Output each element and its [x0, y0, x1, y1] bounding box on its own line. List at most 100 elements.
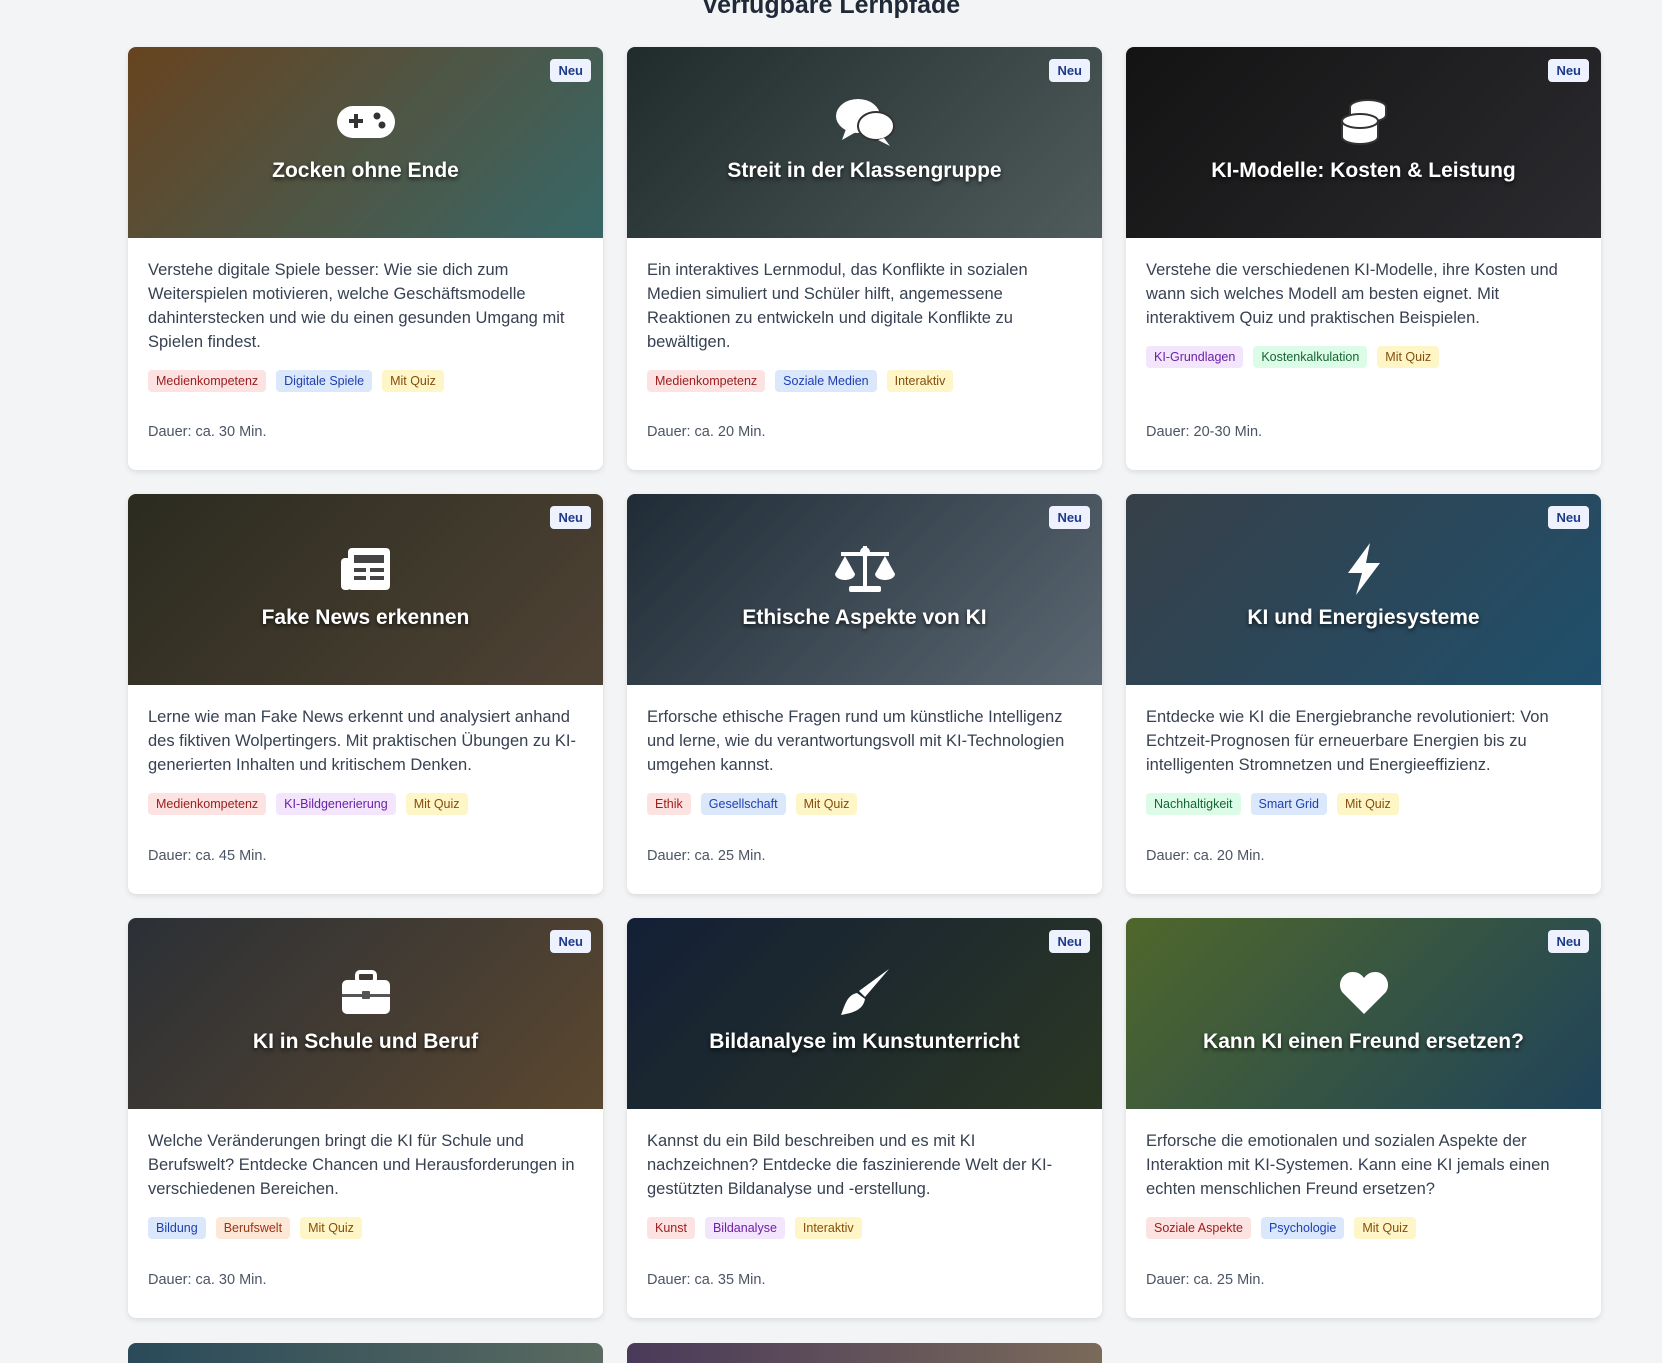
card-body: Welche Veränderungen bringt die KI für S… — [128, 1109, 603, 1239]
card-duration: Dauer: ca. 45 Min. — [148, 848, 267, 864]
card-title[interactable]: KI in Schule und Beruf — [128, 1030, 603, 1054]
tag-badge: Soziale Medien — [775, 370, 877, 392]
card-image[interactable]: Neu Streit in der Klassengruppe — [627, 47, 1102, 238]
learning-path-card[interactable]: Neu Kann KI einen Freund ersetzen? Erforsc… — [1126, 918, 1601, 1318]
card-tags: KI-Grundlagen Kostenkalkulation Mit Quiz — [1146, 346, 1581, 368]
learning-path-card[interactable]: Neu Zocken ohne Ende Verstehe digitale Spi… — [128, 47, 603, 470]
card-image[interactable]: Neu Fake News erkennen — [128, 494, 603, 685]
briefcase-icon — [128, 968, 603, 1018]
card-description: Welche Veränderungen bringt die KI für S… — [148, 1132, 575, 1198]
card-image[interactable]: Neu KI in Schule und Beruf — [128, 918, 603, 1109]
card-tags: Nachhaltigkeit Smart Grid Mit Quiz — [1146, 793, 1581, 815]
card-image[interactable]: Neu Kann KI einen Freund ersetzen? — [1126, 918, 1601, 1109]
tag-badge: Medienkompetenz — [148, 370, 267, 392]
scales-icon — [627, 544, 1102, 594]
new-badge: Neu — [1049, 59, 1090, 82]
card-duration: Dauer: 20-30 Min. — [1146, 424, 1263, 440]
card-description: Verstehe die verschiedenen KI-Modelle, i… — [1146, 261, 1558, 327]
newspaper-icon — [128, 544, 603, 594]
gamepad-icon — [128, 97, 603, 147]
tag-badge: Medienkompetenz — [647, 370, 766, 392]
new-badge: Neu — [1049, 930, 1090, 953]
card-body: Erforsche die emotionalen und sozialen A… — [1126, 1109, 1601, 1239]
card-body: Verstehe digitale Spiele besser: Wie sie… — [128, 238, 603, 392]
card-tags: Bildung Berufswelt Mit Quiz — [148, 1217, 583, 1239]
card-body: Kannst du ein Bild beschreiben und es mi… — [627, 1109, 1102, 1239]
new-badge: Neu — [550, 506, 591, 529]
learning-path-card[interactable]: Neu Ethische Aspekte von KI Erforsche ethi… — [627, 494, 1102, 894]
tag-badge: Gesellschaft — [700, 793, 786, 815]
learning-path-card[interactable]: Neu KI in Schule und Beruf Welche Veränder… — [128, 918, 603, 1318]
partial-card-2[interactable] — [627, 1343, 1102, 1363]
card-description: Verstehe digitale Spiele besser: Wie sie… — [148, 261, 565, 351]
tag-badge: Bildanalyse — [704, 1217, 785, 1239]
tag-badge: Mit Quiz — [1377, 346, 1440, 368]
card-body: Entdecke wie KI die Energiebranche revol… — [1126, 685, 1601, 815]
tag-badge: Smart Grid — [1250, 793, 1327, 815]
card-body: Erforsche ethische Fragen rund um künstl… — [627, 685, 1102, 815]
tag-badge: Berufswelt — [215, 1217, 291, 1239]
learning-path-card[interactable]: Neu KI-Modelle: Kosten & Leistung Verstehe… — [1126, 47, 1601, 470]
card-image[interactable]: Neu Bildanalyse im Kunstunterricht — [627, 918, 1102, 1109]
card-body: Ein interaktives Lernmodul, das Konflikt… — [627, 238, 1102, 392]
learning-path-card[interactable]: Neu Bildanalyse im Kunstunterricht Kannst … — [627, 918, 1102, 1318]
card-tags: Medienkompetenz KI-Bildgenerierung Mit Qui… — [148, 793, 583, 815]
tag-badge: Mit Quiz — [795, 793, 858, 815]
card-duration: Dauer: ca. 20 Min. — [1146, 848, 1265, 864]
tag-badge: Kostenkalkulation — [1253, 346, 1368, 368]
tag-badge: Mit Quiz — [1336, 793, 1399, 815]
card-title[interactable]: Zocken ohne Ende — [128, 159, 603, 183]
heart-icon — [1126, 968, 1601, 1018]
tag-badge: Kunst — [647, 1217, 695, 1239]
card-description: Ein interaktives Lernmodul, das Konflikt… — [647, 261, 1028, 351]
card-title[interactable]: Ethische Aspekte von KI — [627, 606, 1102, 630]
card-title[interactable]: Bildanalyse im Kunstunterricht — [627, 1030, 1102, 1054]
card-duration: Dauer: ca. 20 Min. — [647, 424, 766, 440]
lightning-icon — [1126, 543, 1601, 595]
card-title[interactable]: Fake News erkennen — [128, 606, 603, 630]
tag-badge: Mit Quiz — [405, 793, 468, 815]
new-badge: Neu — [1548, 930, 1589, 953]
card-duration: Dauer: ca. 30 Min. — [148, 424, 267, 440]
learning-path-card[interactable]: Neu KI und Energiesysteme Entdecke wie KI … — [1126, 494, 1601, 894]
card-description: Entdecke wie KI die Energiebranche revol… — [1146, 708, 1549, 774]
card-title[interactable]: Kann KI einen Freund ersetzen? — [1126, 1030, 1601, 1054]
card-image[interactable]: Neu KI und Energiesysteme — [1126, 494, 1601, 685]
card-tags: Ethik Gesellschaft Mit Quiz — [647, 793, 1082, 815]
card-body: Lerne wie man Fake News erkennt und anal… — [128, 685, 603, 815]
tag-badge: KI-Bildgenerierung — [276, 793, 396, 815]
tag-badge: Nachhaltigkeit — [1146, 793, 1241, 815]
card-title[interactable]: Streit in der Klassengruppe — [627, 159, 1102, 183]
new-badge: Neu — [1548, 506, 1589, 529]
card-image[interactable]: Neu KI-Modelle: Kosten & Leistung — [1126, 47, 1601, 238]
card-duration: Dauer: ca. 25 Min. — [1146, 1272, 1265, 1288]
learning-path-card[interactable]: Neu Streit in der Klassengruppe Ein intera… — [627, 47, 1102, 470]
card-image[interactable]: Neu Zocken ohne Ende — [128, 47, 603, 238]
card-body: Verstehe die verschiedenen KI-Modelle, i… — [1126, 238, 1601, 368]
card-title[interactable]: KI-Modelle: Kosten & Leistung — [1126, 159, 1601, 183]
card-description: Lerne wie man Fake News erkennt und anal… — [148, 708, 576, 774]
tag-badge: Interaktiv — [794, 1217, 862, 1239]
learning-path-card[interactable]: Neu Fake News erkennen Lerne wie man Fake … — [128, 494, 603, 894]
tag-badge: Mit Quiz — [300, 1217, 362, 1239]
new-badge: Neu — [550, 930, 591, 953]
section-title: Verfügbare Lernpfade — [701, 0, 961, 19]
coins-icon — [1126, 97, 1601, 147]
tag-badge: Ethik — [647, 793, 691, 815]
card-description: Erforsche die emotionalen und sozialen A… — [1146, 1132, 1550, 1198]
card-tags: Medienkompetenz Digitale Spiele Mit Quiz — [148, 370, 583, 392]
tag-badge: Bildung — [148, 1217, 206, 1239]
new-badge: Neu — [1049, 506, 1090, 529]
tag-badge: Psychologie — [1260, 1217, 1345, 1239]
card-duration: Dauer: ca. 25 Min. — [647, 848, 766, 864]
card-image[interactable]: Neu Ethische Aspekte von KI — [627, 494, 1102, 685]
tag-badge: Mit Quiz — [1354, 1217, 1417, 1239]
paintbrush-icon — [627, 968, 1102, 1018]
chat-bubbles-icon — [627, 97, 1102, 147]
tag-badge: Digitale Spiele — [276, 370, 373, 392]
tag-badge: Medienkompetenz — [148, 793, 267, 815]
card-title[interactable]: KI und Energiesysteme — [1126, 606, 1601, 630]
partial-card-1[interactable] — [128, 1343, 603, 1363]
tag-badge: KI-Grundlagen — [1146, 346, 1244, 368]
card-description: Kannst du ein Bild beschreiben und es mi… — [647, 1132, 1053, 1198]
